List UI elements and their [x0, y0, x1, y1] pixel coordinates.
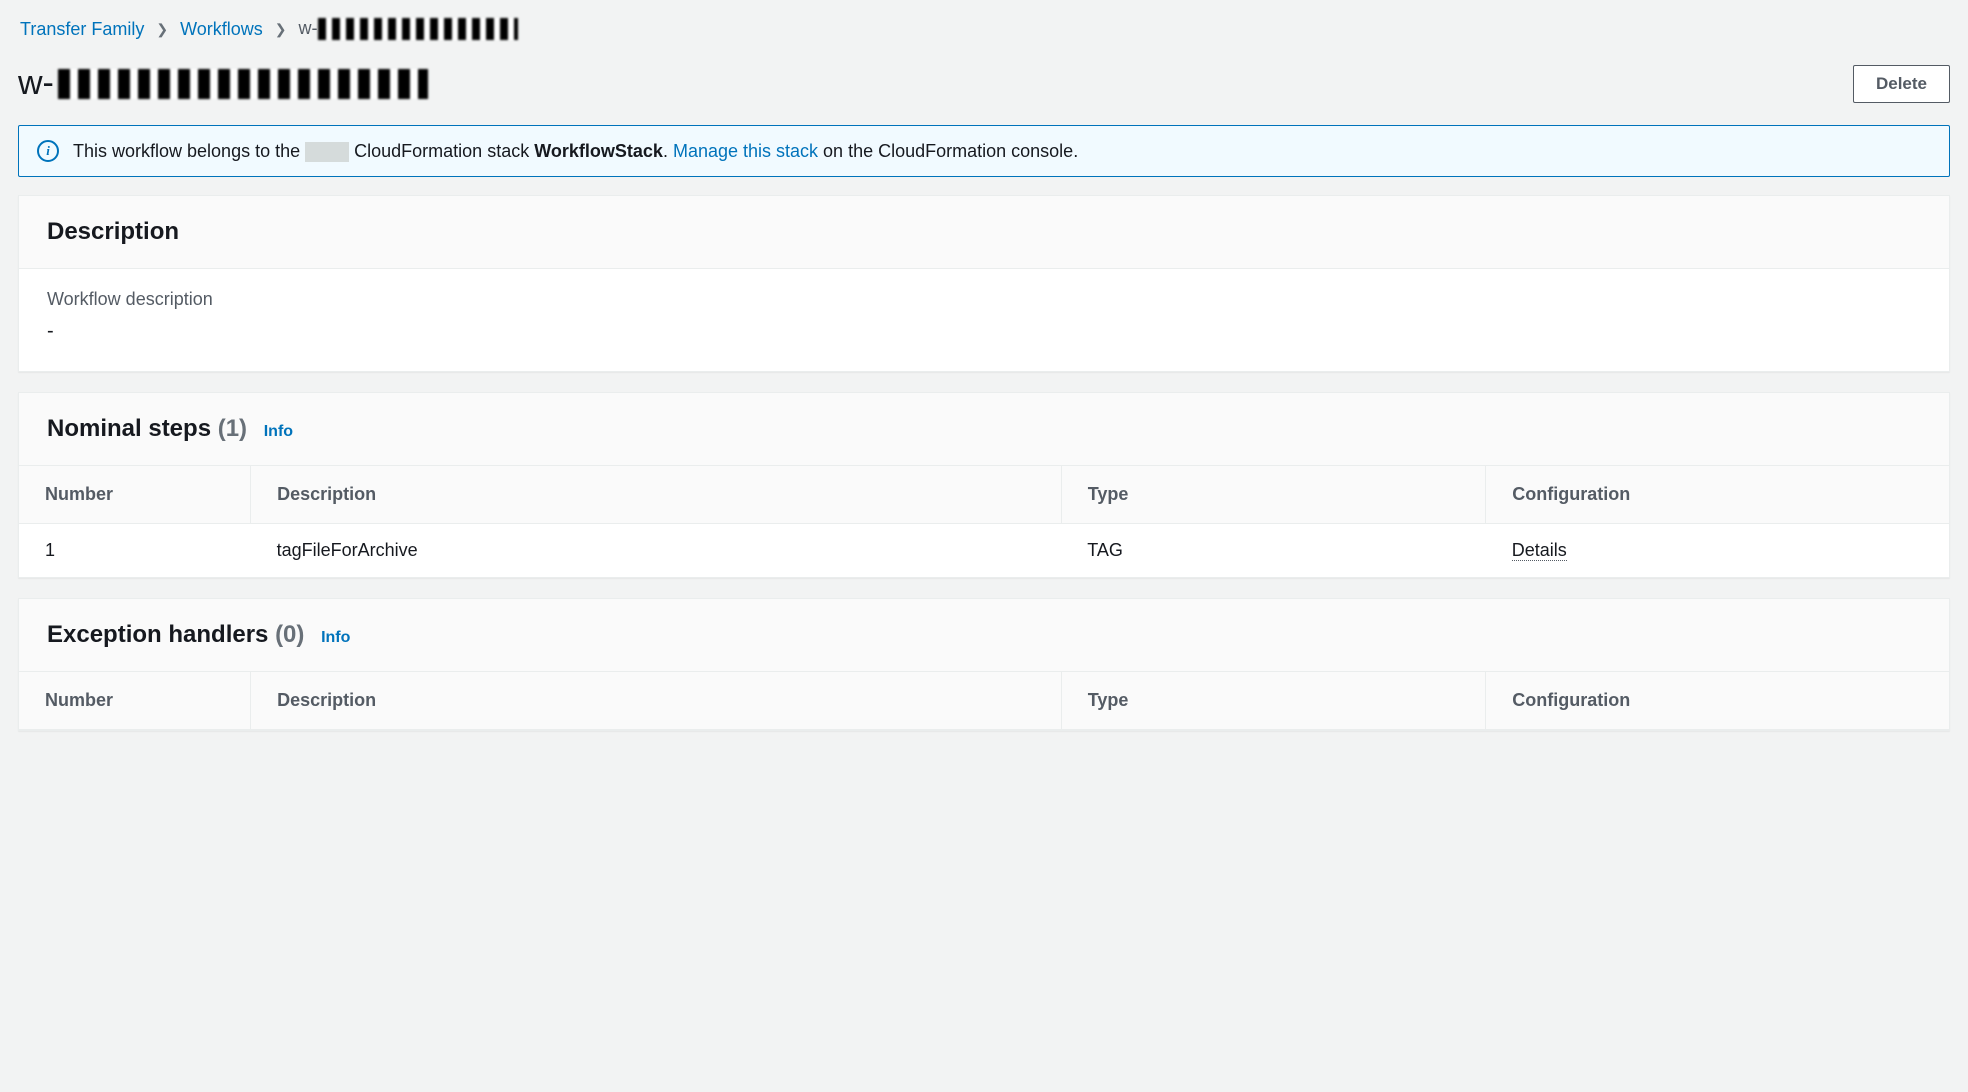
nominal-steps-title: Nominal steps (1): [47, 415, 254, 442]
breadcrumb-current: w-: [299, 18, 518, 40]
nominal-steps-count: (1): [218, 415, 247, 442]
page-header: w- Delete: [0, 50, 1968, 117]
cell-description: tagFileForArchive: [251, 524, 1062, 578]
col-number: Number: [19, 466, 251, 524]
col-number: Number: [19, 672, 251, 730]
cell-number: 1: [19, 524, 251, 578]
breadcrumb: Transfer Family ❯ Workflows ❯ w-: [0, 0, 1968, 50]
breadcrumb-current-prefix: w-: [299, 18, 318, 38]
nominal-steps-panel: Nominal steps (1) Info Number Descriptio…: [18, 392, 1950, 578]
chevron-right-icon: ❯: [275, 21, 287, 38]
breadcrumb-root[interactable]: Transfer Family: [20, 19, 144, 40]
col-configuration: Configuration: [1486, 466, 1949, 524]
page-title: w-: [18, 64, 428, 103]
nominal-title-text: Nominal steps: [47, 415, 211, 442]
col-description: Description: [251, 466, 1062, 524]
description-panel: Description Workflow description -: [18, 195, 1950, 372]
description-field-label: Workflow description: [47, 289, 1921, 310]
breadcrumb-parent[interactable]: Workflows: [180, 19, 263, 40]
redacted-text: [305, 142, 349, 162]
table-row: 1 tagFileForArchive TAG Details: [19, 524, 1949, 578]
title-prefix: w-: [18, 64, 54, 103]
delete-button[interactable]: Delete: [1853, 65, 1950, 103]
info-icon: i: [37, 140, 59, 162]
details-link[interactable]: Details: [1512, 540, 1567, 561]
col-configuration: Configuration: [1486, 672, 1949, 730]
col-type: Type: [1061, 672, 1486, 730]
info-text-after: on the CloudFormation console.: [823, 141, 1078, 161]
exception-handlers-table: Number Description Type Configuration: [19, 672, 1949, 730]
exception-handlers-header: Exception handlers (0) Info: [19, 599, 1949, 672]
info-banner: i This workflow belongs to the CloudForm…: [18, 125, 1950, 177]
exception-handlers-count: (0): [275, 621, 304, 648]
info-banner-text: This workflow belongs to the CloudFormat…: [73, 141, 1078, 162]
stack-name: WorkflowStack: [534, 141, 663, 161]
nominal-info-link[interactable]: Info: [264, 423, 293, 440]
info-text-middle: CloudFormation stack: [354, 141, 529, 161]
chevron-right-icon: ❯: [156, 21, 168, 38]
col-description: Description: [251, 672, 1062, 730]
exception-title-text: Exception handlers: [47, 621, 268, 648]
exception-handlers-panel: Exception handlers (0) Info Number Descr…: [18, 598, 1950, 731]
description-field-value: -: [47, 320, 1921, 343]
nominal-steps-header: Nominal steps (1) Info: [19, 393, 1949, 466]
info-text-before: This workflow belongs to the: [73, 141, 300, 161]
exception-handlers-title: Exception handlers (0): [47, 621, 311, 648]
manage-stack-link[interactable]: Manage this stack: [673, 141, 818, 161]
redacted-text: [318, 18, 518, 40]
exception-info-link[interactable]: Info: [321, 629, 350, 646]
description-panel-header: Description: [19, 196, 1949, 269]
description-panel-body: Workflow description -: [19, 269, 1949, 371]
table-header-row: Number Description Type Configuration: [19, 466, 1949, 524]
cell-configuration: Details: [1486, 524, 1949, 578]
col-type: Type: [1061, 466, 1486, 524]
description-panel-title: Description: [47, 218, 179, 245]
table-header-row: Number Description Type Configuration: [19, 672, 1949, 730]
redacted-text: [58, 69, 428, 99]
cell-type: TAG: [1061, 524, 1486, 578]
nominal-steps-table: Number Description Type Configuration 1 …: [19, 466, 1949, 577]
